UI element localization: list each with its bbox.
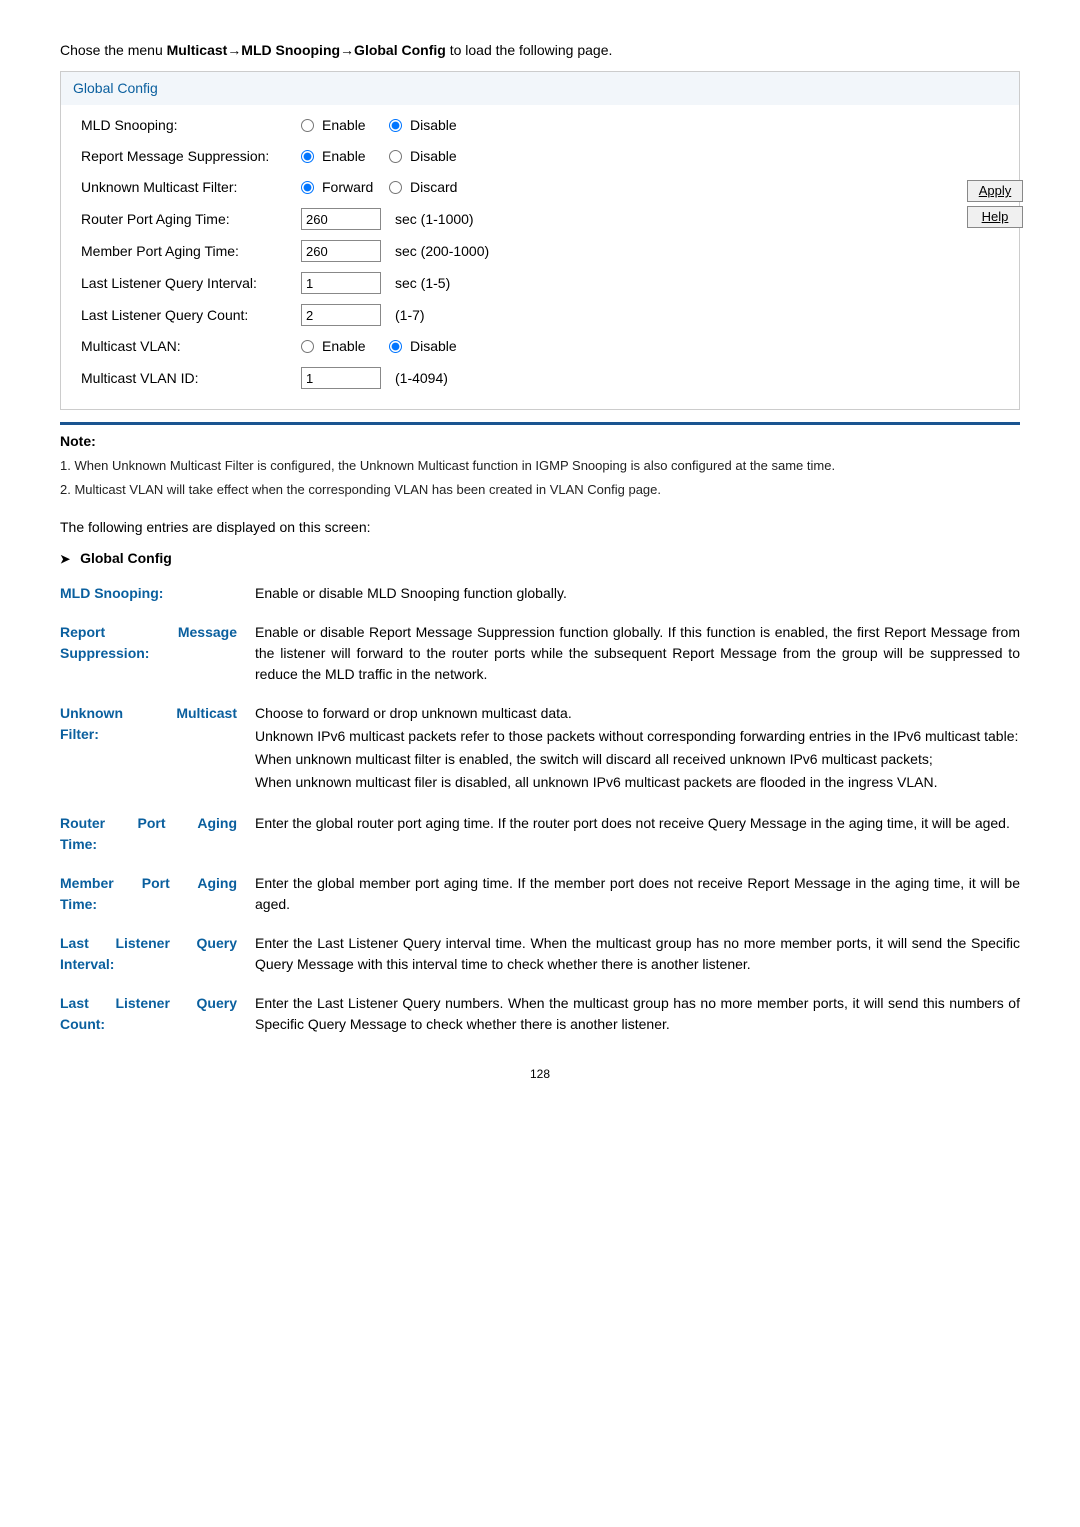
desc-row-unknown: Unknown MulticastFilter: Choose to forwa… <box>60 703 1020 795</box>
apply-button[interactable]: Apply <box>967 180 1023 202</box>
desc-unknown-p1: Choose to forward or drop unknown multic… <box>255 703 1020 724</box>
mld-enable-radio[interactable] <box>301 119 314 132</box>
note-section: Note: 1. When Unknown Multicast Filter i… <box>60 422 1020 499</box>
row-last-interval: Last Listener Query Interval: sec (1-5) <box>81 272 999 294</box>
note-line1: 1. When Unknown Multicast Filter is conf… <box>60 456 1020 476</box>
multicast-vlan-id-unit: (1-4094) <box>395 368 448 389</box>
desc-row-last-count: Last Listener QueryCount: Enter the Last… <box>60 993 1020 1035</box>
unknown-forward-radio[interactable] <box>301 181 314 194</box>
router-aging-unit: sec (1-1000) <box>395 209 474 230</box>
router-aging-input[interactable] <box>301 208 381 230</box>
desc-router-aging-text: Enter the global router port aging time.… <box>255 813 1020 855</box>
desc-unknown-p2: Unknown IPv6 multicast packets refer to … <box>255 726 1020 747</box>
global-config-panel: Global Config MLD Snooping: Enable Disab… <box>60 71 1020 410</box>
mld-disable-text: Disable <box>410 115 457 136</box>
desc-last-interval-label: Last Listener QueryInterval: <box>60 933 255 975</box>
router-aging-label: Router Port Aging Time: <box>81 209 301 230</box>
panel-body: MLD Snooping: Enable Disable Report Mess… <box>61 105 1019 409</box>
intro-prefix: Chose the menu <box>60 42 167 58</box>
desc-unknown-text: Choose to forward or drop unknown multic… <box>255 703 1020 795</box>
row-last-count: Last Listener Query Count: (1-7) <box>81 304 999 326</box>
desc-row-report: Report MessageSuppression: Enable or dis… <box>60 622 1020 685</box>
desc-mld-label: MLD Snooping: <box>60 583 255 604</box>
desc-member-aging-label: Member Port AgingTime: <box>60 873 255 915</box>
mld-snooping-controls: Enable Disable <box>301 115 469 136</box>
report-enable-radio[interactable] <box>301 150 314 163</box>
desc-mld-text: Enable or disable MLD Snooping function … <box>255 583 1020 604</box>
desc-member-aging-text: Enter the global member port aging time.… <box>255 873 1020 915</box>
button-column: Apply Help <box>967 180 1023 228</box>
follow-text: The following entries are displayed on t… <box>60 517 1020 538</box>
multicast-vlan-id-controls: (1-4094) <box>301 367 448 389</box>
report-suppression-label: Report Message Suppression: <box>81 146 301 167</box>
mvlan-disable-radio[interactable] <box>389 340 402 353</box>
desc-row-last-interval: Last Listener QueryInterval: Enter the L… <box>60 933 1020 975</box>
row-router-aging: Router Port Aging Time: sec (1-1000) <box>81 208 999 230</box>
unknown-filter-label: Unknown Multicast Filter: <box>81 177 301 198</box>
desc-row-mld: MLD Snooping: Enable or disable MLD Snoo… <box>60 583 1020 604</box>
report-enable-text: Enable <box>322 146 366 167</box>
desc-row-router-aging: Router Port AgingTime: Enter the global … <box>60 813 1020 855</box>
last-interval-unit: sec (1-5) <box>395 273 450 294</box>
last-count-input[interactable] <box>301 304 381 326</box>
mvlan-disable-text: Disable <box>410 336 457 357</box>
row-report-suppression: Report Message Suppression: Enable Disab… <box>81 146 999 167</box>
desc-row-member-aging: Member Port AgingTime: Enter the global … <box>60 873 1020 915</box>
desc-report-label: Report MessageSuppression: <box>60 622 255 685</box>
row-multicast-vlan: Multicast VLAN: Enable Disable <box>81 336 999 357</box>
multicast-vlan-id-label: Multicast VLAN ID: <box>81 368 301 389</box>
row-multicast-vlan-id: Multicast VLAN ID: (1-4094) <box>81 367 999 389</box>
desc-router-aging-label: Router Port AgingTime: <box>60 813 255 855</box>
unknown-forward-text: Forward <box>322 177 373 198</box>
member-aging-controls: sec (200-1000) <box>301 240 489 262</box>
description-table: MLD Snooping: Enable or disable MLD Snoo… <box>60 583 1020 1035</box>
section-title: Global Config <box>80 548 172 569</box>
last-count-controls: (1-7) <box>301 304 425 326</box>
intro-suffix: to load the following page. <box>446 42 613 58</box>
report-disable-radio[interactable] <box>389 150 402 163</box>
router-aging-controls: sec (1-1000) <box>301 208 474 230</box>
desc-last-interval-text: Enter the Last Listener Query interval t… <box>255 933 1020 975</box>
help-button[interactable]: Help <box>967 206 1023 228</box>
mld-enable-text: Enable <box>322 115 366 136</box>
intro-text: Chose the menu Multicast→MLD Snooping→Gl… <box>60 40 1020 61</box>
desc-unknown-p3: When unknown multicast filter is enabled… <box>255 749 1020 770</box>
desc-report-text: Enable or disable Report Message Suppres… <box>255 622 1020 685</box>
note-line2: 2. Multicast VLAN will take effect when … <box>60 480 1020 500</box>
section-header: ➤ Global Config <box>60 548 1020 569</box>
desc-unknown-p4: When unknown multicast filer is disabled… <box>255 772 1020 793</box>
unknown-discard-text: Discard <box>410 177 457 198</box>
note-title: Note: <box>60 431 1020 452</box>
mld-snooping-label: MLD Snooping: <box>81 115 301 136</box>
member-aging-label: Member Port Aging Time: <box>81 241 301 262</box>
unknown-filter-controls: Forward Discard <box>301 177 469 198</box>
chevron-right-icon: ➤ <box>60 550 70 568</box>
note-divider <box>60 422 1020 425</box>
last-interval-input[interactable] <box>301 272 381 294</box>
row-member-aging: Member Port Aging Time: sec (200-1000) <box>81 240 999 262</box>
multicast-vlan-controls: Enable Disable <box>301 336 469 357</box>
mld-disable-radio[interactable] <box>389 119 402 132</box>
desc-unknown-label: Unknown MulticastFilter: <box>60 703 255 795</box>
report-suppression-controls: Enable Disable <box>301 146 469 167</box>
last-interval-controls: sec (1-5) <box>301 272 450 294</box>
last-count-label: Last Listener Query Count: <box>81 305 301 326</box>
intro-path: Multicast→MLD Snooping→Global Config <box>167 42 446 58</box>
desc-last-count-label: Last Listener QueryCount: <box>60 993 255 1035</box>
multicast-vlan-id-input[interactable] <box>301 367 381 389</box>
page-number: 128 <box>60 1065 1020 1083</box>
multicast-vlan-label: Multicast VLAN: <box>81 336 301 357</box>
member-aging-unit: sec (200-1000) <box>395 241 489 262</box>
mvlan-enable-text: Enable <box>322 336 366 357</box>
unknown-discard-radio[interactable] <box>389 181 402 194</box>
member-aging-input[interactable] <box>301 240 381 262</box>
mvlan-enable-radio[interactable] <box>301 340 314 353</box>
row-unknown-filter: Unknown Multicast Filter: Forward Discar… <box>81 177 999 198</box>
desc-last-count-text: Enter the Last Listener Query numbers. W… <box>255 993 1020 1035</box>
report-disable-text: Disable <box>410 146 457 167</box>
last-interval-label: Last Listener Query Interval: <box>81 273 301 294</box>
row-mld-snooping: MLD Snooping: Enable Disable <box>81 115 999 136</box>
last-count-unit: (1-7) <box>395 305 425 326</box>
panel-title: Global Config <box>61 72 1019 105</box>
